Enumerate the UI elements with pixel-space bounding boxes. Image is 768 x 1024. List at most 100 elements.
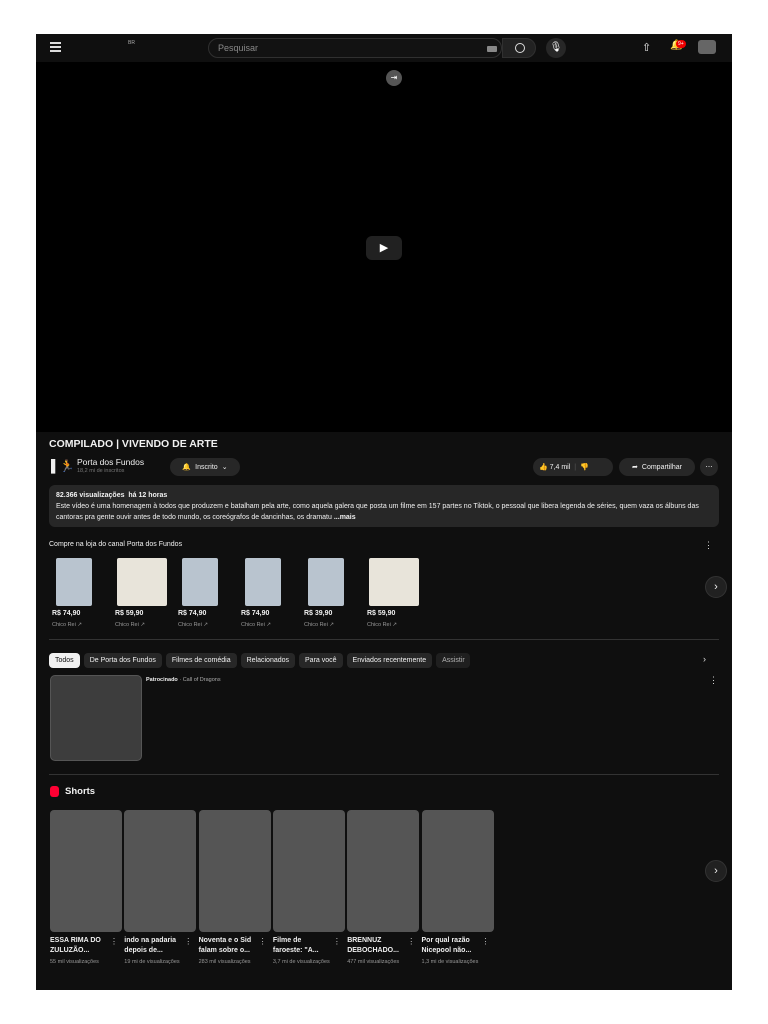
- seller-name: Chico Rei: [241, 622, 265, 628]
- product-card[interactable]: R$ 74,90 Chico Rei ↗: [176, 558, 236, 628]
- chip-filter[interactable]: Filmes de comédia: [165, 653, 237, 668]
- shop-next-button[interactable]: ›: [705, 576, 727, 598]
- short-card[interactable]: Noventa e o Sid falam sobre o... 283 mil …: [198, 810, 271, 965]
- product-card[interactable]: R$ 74,90 Chico Rei ↗: [50, 558, 110, 628]
- product-card[interactable]: R$ 39,90 Chico Rei ↗: [302, 558, 362, 628]
- show-more-link[interactable]: ...mais: [334, 514, 356, 521]
- product-seller[interactable]: Chico Rei ↗: [241, 622, 299, 628]
- product-image[interactable]: [369, 558, 419, 606]
- short-thumbnail[interactable]: [124, 810, 197, 932]
- product-image[interactable]: [117, 558, 167, 606]
- chip-filter[interactable]: Para você: [299, 653, 343, 668]
- product-seller[interactable]: Chico Rei ↗: [367, 622, 425, 628]
- search-button[interactable]: [502, 38, 536, 58]
- short-title[interactable]: indo na padaria depois de...: [124, 936, 182, 956]
- more-actions-button[interactable]: ⋯: [700, 458, 718, 476]
- short-views: 19 mi de visualizações: [124, 959, 180, 965]
- more-vert-icon[interactable]: ⋮: [709, 675, 718, 686]
- subscribe-button[interactable]: 🔔 Inscrito ⌄: [170, 458, 240, 476]
- product-price: R$ 74,90: [52, 610, 81, 617]
- external-link-icon: ↗: [140, 622, 145, 628]
- chevron-down-icon: ⌄: [221, 464, 228, 471]
- product-image[interactable]: [245, 558, 281, 606]
- product-image[interactable]: [56, 558, 92, 606]
- play-button[interactable]: ▶: [366, 236, 402, 260]
- more-vert-icon[interactable]: ⋮: [110, 937, 118, 946]
- channel-name[interactable]: Porta dos Fundos: [77, 457, 144, 467]
- product-seller[interactable]: Chico Rei ↗: [304, 622, 362, 628]
- share-button[interactable]: ➦ Compartilhar: [619, 458, 695, 476]
- shorts-next-button[interactable]: ›: [705, 860, 727, 882]
- short-thumbnail[interactable]: [421, 810, 494, 932]
- external-link-icon: ↗: [329, 622, 334, 628]
- chip-filter[interactable]: De Porta dos Fundos: [83, 653, 162, 668]
- product-seller[interactable]: Chico Rei ↗: [115, 622, 173, 628]
- seller-name: Chico Rei: [52, 622, 76, 628]
- short-title[interactable]: BRENNUZ DEBOCHADO...: [347, 936, 405, 956]
- chip-filter[interactable]: Relacionados: [240, 653, 296, 668]
- upload-icon[interactable]: ⇧: [642, 41, 651, 54]
- upload-age: há 12 horas: [128, 492, 168, 499]
- short-card[interactable]: BRENNUZ DEBOCHADO... 477 mil visualizaçõe…: [347, 810, 420, 965]
- short-views: 477 mil visualizações: [347, 959, 400, 965]
- short-title[interactable]: ESSA RIMA DO ZULUZÃO...: [50, 936, 108, 956]
- short-title[interactable]: Filme de faroeste: "A...: [273, 936, 331, 956]
- microphone-icon[interactable]: 🎙: [546, 38, 566, 58]
- product-image[interactable]: [182, 558, 218, 606]
- exit-icon[interactable]: ⇥: [386, 70, 402, 86]
- ad-thumbnail[interactable]: [50, 675, 142, 761]
- short-title[interactable]: Noventa e o Sid falam sobre o...: [199, 936, 257, 956]
- keyboard-icon[interactable]: [487, 46, 497, 52]
- product-price: R$ 59,90: [115, 610, 144, 617]
- chip-filter[interactable]: Enviados recentemente: [346, 653, 433, 668]
- product-card[interactable]: R$ 59,90 Chico Rei ↗: [113, 558, 173, 628]
- more-vert-icon[interactable]: ⋮: [259, 937, 267, 946]
- divider: [49, 774, 719, 775]
- search-input[interactable]: Pesquisar: [208, 38, 502, 58]
- description-box[interactable]: 82.366 visualizações há 12 horas Este ví…: [49, 485, 719, 527]
- short-thumbnail[interactable]: [198, 810, 271, 932]
- description-text: Este vídeo é uma homenagem à todos que p…: [56, 503, 699, 521]
- more-vert-icon[interactable]: ⋮: [407, 937, 415, 946]
- share-label: Compartilhar: [641, 463, 682, 471]
- short-thumbnail[interactable]: [50, 810, 122, 932]
- more-vert-icon[interactable]: ⋮: [704, 540, 713, 551]
- chip-filter[interactable]: Todos: [49, 653, 80, 668]
- top-bar: BR Pesquisar 🎙 ⇧ 🔔 9+: [36, 34, 732, 62]
- short-card[interactable]: Por qual razão Nicepool não... 1,3 mi de …: [421, 810, 494, 965]
- short-views: 283 mil visualizações: [198, 959, 251, 965]
- product-image[interactable]: [308, 558, 344, 606]
- more-vert-icon[interactable]: ⋮: [333, 937, 341, 946]
- product-price: R$ 74,90: [241, 610, 270, 617]
- more-vert-icon[interactable]: ⋮: [482, 937, 490, 946]
- like-dislike-group: 👍 7,4 mil | 👎: [533, 458, 613, 476]
- avatar[interactable]: [698, 40, 716, 54]
- external-link-icon: ↗: [203, 622, 208, 628]
- region-code: BR: [128, 40, 135, 46]
- menu-icon[interactable]: [50, 42, 61, 52]
- short-card[interactable]: indo na padaria depois de... 19 mi de vis…: [124, 810, 197, 965]
- shorts-header: Shorts: [50, 786, 95, 797]
- product-seller[interactable]: Chico Rei ↗: [178, 622, 236, 628]
- short-card[interactable]: ESSA RIMA DO ZULUZÃO... 55 mil visualizaç…: [50, 810, 122, 965]
- shorts-icon: [50, 786, 59, 797]
- short-views: 55 mil visualizações: [50, 959, 99, 965]
- bell-icon: 🔔: [182, 464, 192, 471]
- short-card[interactable]: Filme de faroeste: "A... 3,7 mi de visual…: [272, 810, 345, 965]
- more-vert-icon[interactable]: ⋮: [184, 937, 192, 946]
- product-price: R$ 59,90: [367, 610, 396, 617]
- chip-filter[interactable]: Assistir: [436, 653, 471, 668]
- short-title[interactable]: Por qual razão Nicepool não...: [422, 936, 480, 956]
- product-card[interactable]: R$ 59,90 Chico Rei ↗: [365, 558, 425, 628]
- like-button[interactable]: 👍 7,4 mil: [539, 463, 570, 471]
- short-thumbnail[interactable]: [272, 810, 345, 932]
- short-thumbnail[interactable]: [347, 810, 420, 932]
- dislike-button[interactable]: 👎: [580, 463, 589, 471]
- product-seller[interactable]: Chico Rei ↗: [52, 622, 110, 628]
- video-player[interactable]: ⇥ ▶: [36, 62, 732, 432]
- subscriber-count: 18,2 mi de inscritos: [77, 468, 125, 474]
- youtube-watch-page: BR Pesquisar 🎙 ⇧ 🔔 9+ ⇥ ▶ COMPILADO | VI…: [36, 34, 732, 990]
- chevron-right-icon[interactable]: ›: [703, 654, 706, 664]
- channel-logo[interactable]: ▌🏃: [51, 459, 74, 473]
- product-card[interactable]: R$ 74,90 Chico Rei ↗: [239, 558, 299, 628]
